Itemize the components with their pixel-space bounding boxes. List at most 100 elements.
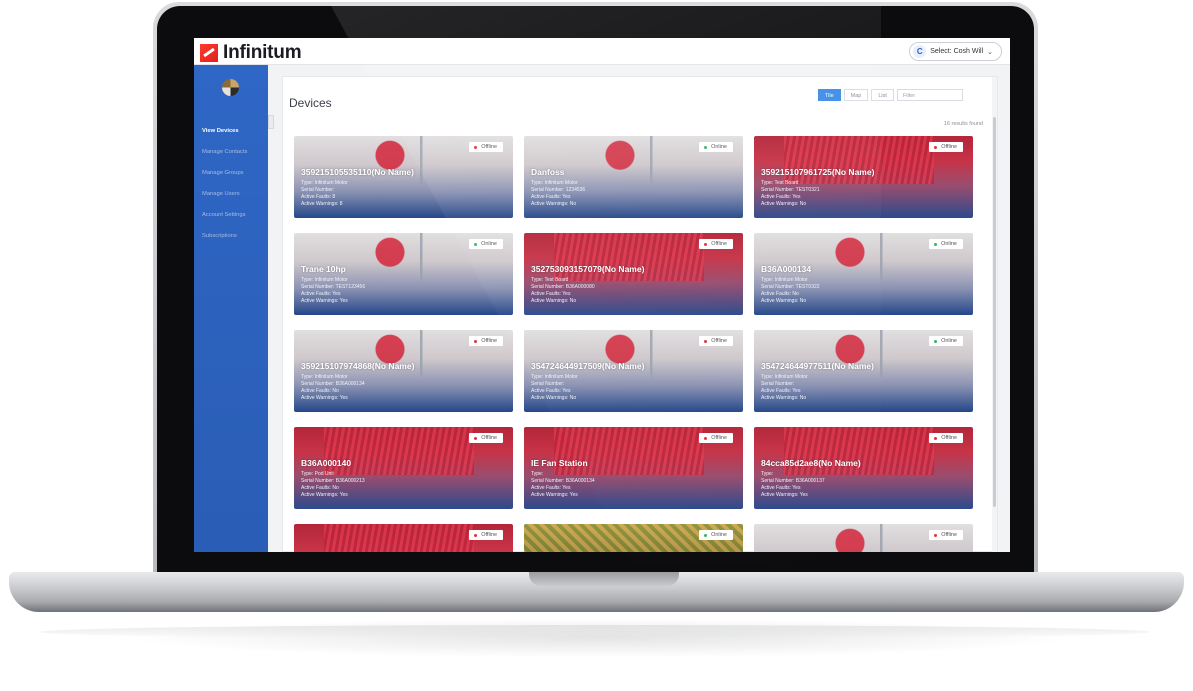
device-serial: Serial Number: TEST0321 bbox=[761, 187, 820, 193]
status-label: Offline bbox=[481, 532, 497, 538]
status-dot-icon bbox=[934, 533, 938, 537]
device-card[interactable]: Offline IE Fan Station Type: Serial Number:… bbox=[524, 427, 743, 509]
device-type: Type: Infinitum Motor bbox=[301, 374, 348, 380]
logo[interactable]: Infinitum bbox=[200, 42, 302, 64]
status-label: Online bbox=[711, 532, 727, 538]
device-type: Type: Infinitum Motor bbox=[531, 180, 578, 186]
status-dot-icon bbox=[474, 339, 478, 343]
device-serial: Serial Number: B36A000134 bbox=[531, 478, 595, 484]
device-faults: Active Faults: No bbox=[301, 388, 339, 394]
device-card[interactable]: Online B36A000134 Type: Infinitum Motor Ser… bbox=[754, 233, 973, 315]
scrollbar[interactable] bbox=[992, 77, 997, 552]
sidebar-collapse-handle[interactable] bbox=[268, 115, 274, 129]
avatar[interactable] bbox=[222, 79, 239, 96]
device-faults: Active Faults: Yes bbox=[531, 194, 571, 200]
status-dot-icon bbox=[934, 145, 938, 149]
list-view-button[interactable]: List bbox=[871, 89, 894, 101]
status-dot-icon bbox=[704, 533, 708, 537]
laptop-reflection bbox=[40, 625, 1150, 639]
device-warnings: Active Warnings: Yes bbox=[761, 492, 808, 498]
device-warnings: Active Warnings: Yes bbox=[301, 492, 348, 498]
device-card[interactable]: Offline 359215105535110(No Name) Type: Inf… bbox=[294, 136, 513, 218]
device-faults: Active Faults: 8 bbox=[301, 194, 336, 200]
sidebar-item-account-settings[interactable]: Account Settings bbox=[202, 205, 247, 226]
device-type: Type: Infinitum Motor bbox=[301, 277, 348, 283]
device-faults: Active Faults: Yes bbox=[761, 194, 801, 200]
device-image bbox=[584, 136, 704, 184]
scrollbar-thumb[interactable] bbox=[993, 117, 996, 507]
device-type: Type: Infinitum Motor bbox=[531, 374, 578, 380]
device-card[interactable]: Offline B36A000140 Type: Pod Unit Serial Nu… bbox=[294, 427, 513, 509]
device-warnings: Active Warnings: Yes bbox=[531, 492, 578, 498]
status-dot-icon bbox=[474, 242, 478, 246]
sidebar-item-manage-contacts[interactable]: Manage Contacts bbox=[202, 142, 247, 163]
device-card[interactable]: Online Trane 10hp Type: Infinitum Motor Ser… bbox=[294, 233, 513, 315]
device-image bbox=[324, 524, 474, 552]
map-view-button[interactable]: Map bbox=[843, 89, 869, 101]
device-name: 354724644977511(No Name) bbox=[761, 361, 874, 371]
status-label: Offline bbox=[711, 435, 727, 441]
status-badge: Offline bbox=[469, 142, 503, 152]
status-label: Offline bbox=[481, 144, 497, 150]
device-faults: Active Faults: Yes bbox=[531, 485, 571, 491]
device-card[interactable]: Offline bbox=[754, 524, 973, 552]
device-warnings: Active Warnings: No bbox=[761, 201, 807, 207]
filter-input[interactable]: Filter bbox=[896, 89, 963, 101]
chevron-down-icon: ⌄ bbox=[987, 48, 993, 56]
device-warnings: Active Warnings: No bbox=[531, 298, 577, 304]
device-serial: Serial Number: 1234536 bbox=[531, 187, 586, 193]
device-card[interactable]: Offline 354724644917509(No Name) Type: Inf… bbox=[524, 330, 743, 412]
device-type: Type: Infinitum Motor bbox=[761, 277, 808, 283]
device-warnings: Active Warnings: 8 bbox=[301, 201, 343, 207]
status-label: Online bbox=[711, 144, 727, 150]
status-badge: Offline bbox=[929, 433, 963, 443]
device-card[interactable]: Offline 359215107974868(No Name) Type: Inf… bbox=[294, 330, 513, 412]
status-badge: Offline bbox=[469, 530, 503, 540]
results-count: 16 results found bbox=[943, 121, 983, 127]
device-image bbox=[814, 233, 934, 281]
device-warnings: Active Warnings: No bbox=[761, 395, 807, 401]
sidebar-item-subscriptions[interactable]: Subscriptions bbox=[202, 226, 247, 247]
status-badge: Offline bbox=[929, 142, 963, 152]
device-faults: Active Faults: No bbox=[301, 485, 339, 491]
device-serial: Serial Number: bbox=[761, 381, 795, 387]
device-name: Danfoss bbox=[531, 167, 565, 177]
device-card[interactable]: Online bbox=[524, 524, 743, 552]
logo-text: Infinitum bbox=[223, 42, 302, 63]
device-type: Type: Test Board bbox=[531, 277, 569, 283]
status-badge: Online bbox=[929, 336, 963, 346]
device-card[interactable]: Offline 359215107961725(No Name) Type: Tes… bbox=[754, 136, 973, 218]
status-label: Offline bbox=[711, 338, 727, 344]
status-dot-icon bbox=[704, 242, 708, 246]
device-type: Type: bbox=[531, 471, 544, 477]
device-warnings: Active Warnings: No bbox=[531, 201, 577, 207]
status-badge: Online bbox=[699, 142, 733, 152]
status-dot-icon bbox=[934, 436, 938, 440]
device-faults: Active Faults: Yes bbox=[531, 388, 571, 394]
device-faults: Active Faults: Yes bbox=[531, 291, 571, 297]
device-name: B36A000134 bbox=[761, 264, 812, 274]
device-serial: Serial Number: bbox=[531, 381, 565, 387]
sidebar-item-view-devices[interactable]: View Devices bbox=[202, 121, 247, 142]
device-name: 359215107974868(No Name) bbox=[301, 361, 415, 371]
tile-view-button[interactable]: Tile bbox=[818, 89, 841, 101]
device-image bbox=[814, 524, 934, 552]
top-bar: Infinitum C Select: Cosh Will ⌄ bbox=[194, 38, 1010, 65]
sidebar-item-manage-groups[interactable]: Manage Groups bbox=[202, 163, 247, 184]
device-card[interactable]: Offline 352753093157079(No Name) Type: Tes… bbox=[524, 233, 743, 315]
device-card[interactable]: Online 354724644977511(No Name) Type: Infi… bbox=[754, 330, 973, 412]
device-card[interactable]: Online Danfoss Type: Infinitum Motor Serial… bbox=[524, 136, 743, 218]
device-card[interactable]: Offline 84cca85d2ae8(No Name) Type: Serial … bbox=[754, 427, 973, 509]
device-serial: Serial Number: bbox=[301, 187, 335, 193]
device-card[interactable]: Offline bbox=[294, 524, 513, 552]
status-badge: Online bbox=[469, 239, 503, 249]
device-type: Type: Test Board bbox=[761, 180, 799, 186]
sidebar-item-manage-users[interactable]: Manage Users bbox=[202, 184, 247, 205]
status-label: Offline bbox=[711, 241, 727, 247]
status-dot-icon bbox=[474, 533, 478, 537]
status-dot-icon bbox=[474, 436, 478, 440]
user-menu[interactable]: C Select: Cosh Will ⌄ bbox=[909, 42, 1002, 61]
status-badge: Offline bbox=[699, 336, 733, 346]
status-label: Offline bbox=[481, 435, 497, 441]
status-badge: Online bbox=[929, 239, 963, 249]
